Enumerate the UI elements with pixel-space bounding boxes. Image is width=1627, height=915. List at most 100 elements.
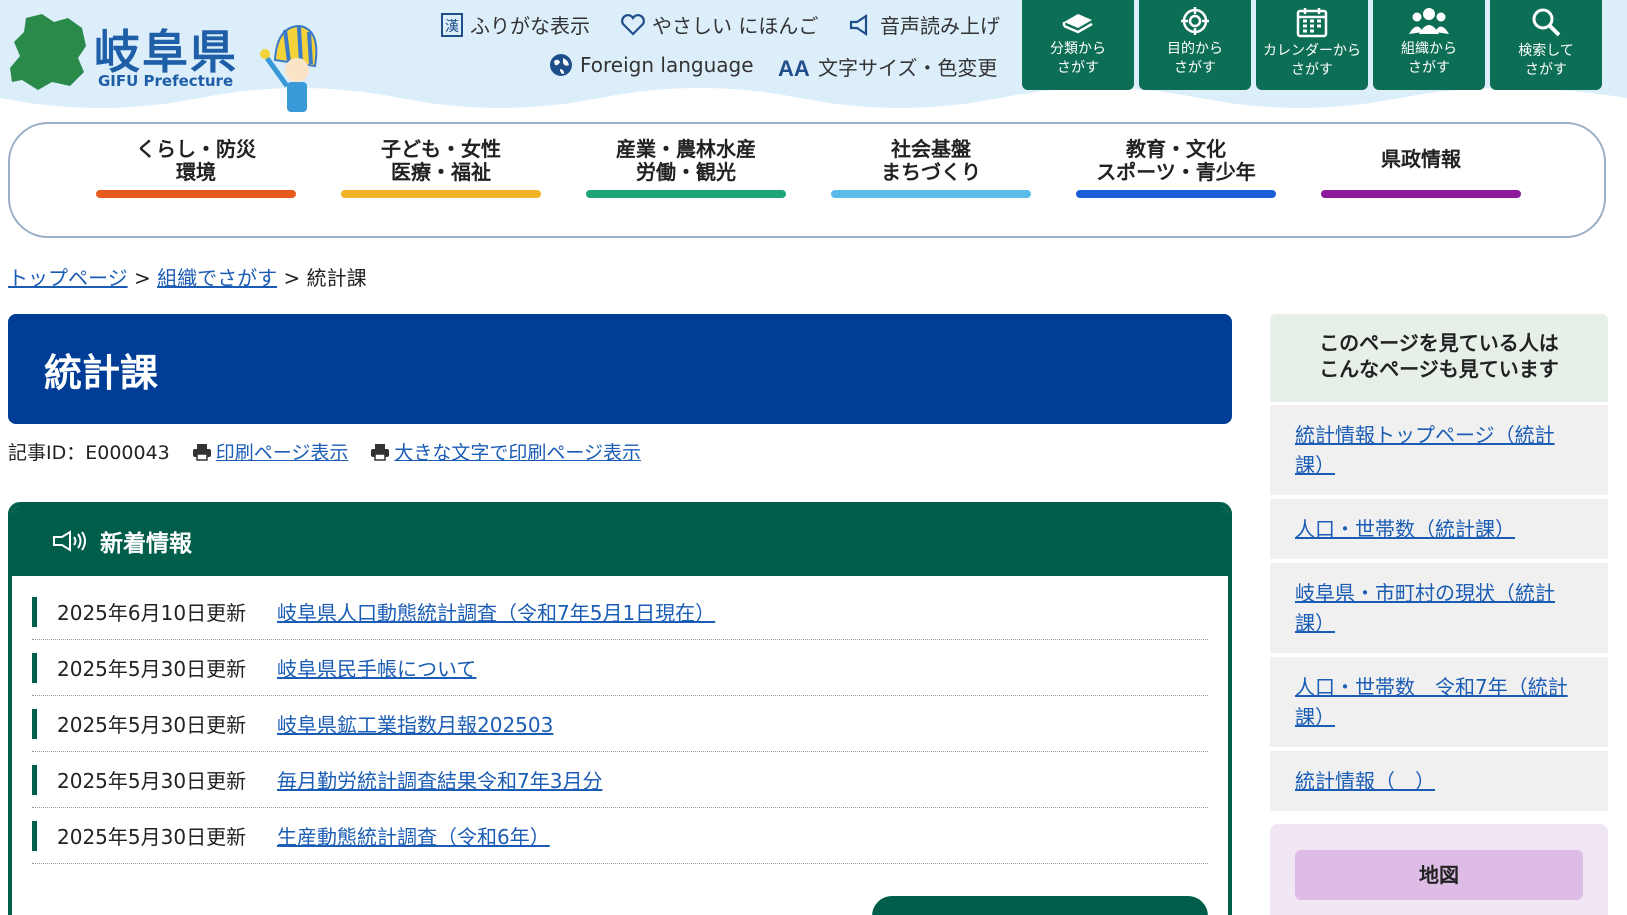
gnav-children-line2: 医療・福祉 (391, 160, 491, 184)
text-size-label: 文字サイズ・色変更 (818, 56, 998, 80)
gnav-living-disaster[interactable]: くらし・防災 環境 (96, 138, 296, 198)
map-section: 地図 (1270, 824, 1608, 915)
related-page-link[interactable]: 人口・世帯数（統計課） (1295, 514, 1515, 544)
page-title: 統計課 (8, 314, 1232, 424)
browse-by-category-button[interactable]: 分類から さがす (1022, 0, 1134, 90)
gnav-industry-line1: 産業・農林水産 (616, 137, 756, 161)
gnav-industry-tourism[interactable]: 産業・農林水産 労働・観光 (586, 137, 786, 198)
related-page-link[interactable]: 統計情報（ ） (1295, 766, 1435, 796)
news-item: 2025年5月30日更新 岐阜県民手帳について (32, 640, 1208, 696)
svg-text:漢: 漢 (445, 19, 459, 35)
related-page-item: 人口・世帯数 令和7年（統計課） (1270, 657, 1608, 747)
breadcrumb: トップページ > 組織でさがす > 統計課 (8, 262, 367, 291)
foreign-language-label: Foreign language (580, 53, 754, 77)
gnav-prefectural-line1: 県政情報 (1381, 147, 1461, 171)
gnav-children-bar (341, 190, 541, 198)
news-item-marker (32, 764, 37, 795)
breadcrumb-current: 統計課 (306, 266, 367, 290)
search-line1: 検索して (1518, 43, 1574, 59)
article-id: 記事ID：E000043 (8, 442, 170, 464)
news-item-date: 2025年5月30日更新 (57, 825, 247, 849)
gnav-industry-bar (586, 190, 786, 198)
news-item-link[interactable]: 岐阜県民手帳について (277, 653, 476, 682)
site-logo[interactable]: 岐阜県 GIFU Prefecture (8, 12, 238, 92)
site-header: 岐阜県 GIFU Prefecture 漢 ふりがな表示 やさしい にほんご 音… (0, 0, 1627, 120)
furigana-link[interactable]: 漢 ふりがな表示 (440, 10, 590, 39)
gnav-education-culture[interactable]: 教育・文化 スポーツ・青少年 (1076, 137, 1276, 198)
news-section: 新着情報 2025年6月10日更新 岐阜県人口動態統計調査（令和7年5月1日現在… (8, 502, 1232, 915)
news-header: 新着情報 (12, 506, 1228, 576)
mascot-image (260, 24, 318, 112)
browse-by-organization-line2: さがす (1408, 60, 1450, 76)
browse-by-calendar-line1: カレンダーから (1263, 43, 1361, 59)
breadcrumb-separator: > (133, 266, 151, 290)
news-item: 2025年5月30日更新 生産動態統計調査（令和6年） (32, 808, 1208, 864)
easy-japanese-label: やさしい にほんご (652, 14, 819, 38)
related-page-link[interactable]: 岐阜県・市町村の現状（統計課） (1295, 578, 1583, 638)
people-icon (1409, 8, 1449, 34)
voice-reader-label: 音声読み上げ (880, 14, 1000, 38)
globe-icon (550, 54, 572, 76)
font-size-icon: AA (778, 56, 810, 80)
book-icon (1062, 14, 1093, 34)
news-item: 2025年6月10日更新 岐阜県人口動態統計調査（令和7年5月1日現在） (32, 584, 1208, 640)
print-page-label: 印刷ページ表示 (215, 442, 349, 464)
news-item-marker (32, 820, 37, 851)
browse-by-purpose-line2: さがす (1174, 60, 1216, 76)
news-item-date: 2025年5月30日更新 (57, 713, 247, 737)
gnav-infrastructure-bar (831, 190, 1031, 198)
gnav-children-line1: 子ども・女性 (381, 137, 501, 161)
print-page-link[interactable]: 印刷ページ表示 (192, 438, 349, 465)
easy-japanese-link[interactable]: やさしい にほんご (620, 10, 818, 39)
map-button[interactable]: 地図 (1295, 850, 1583, 900)
browse-by-purpose-line1: 目的から (1167, 41, 1223, 57)
related-page-link[interactable]: 人口・世帯数 令和7年（統計課） (1295, 672, 1583, 732)
search-button[interactable]: 検索して さがす (1490, 0, 1602, 90)
news-item-date: 2025年5月30日更新 (57, 657, 247, 681)
news-item: 2025年5月30日更新 岐阜県鉱工業指数月報202503 (32, 696, 1208, 752)
browse-by-organization-button[interactable]: 組織から さがす (1373, 0, 1485, 90)
news-list: 2025年6月10日更新 岐阜県人口動態統計調査（令和7年5月1日現在） 202… (12, 576, 1228, 864)
print-large-page-link[interactable]: 大きな文字で印刷ページ表示 (370, 438, 641, 465)
foreign-language-link[interactable]: Foreign language (548, 52, 754, 78)
gnav-industry-line2: 労働・観光 (636, 160, 736, 184)
gnav-education-bar (1076, 190, 1276, 198)
gnav-prefectural-info[interactable]: 県政情報 (1321, 147, 1521, 198)
printer-icon (192, 443, 211, 461)
gnav-education-line1: 教育・文化 (1126, 137, 1226, 161)
news-item-link[interactable]: 岐阜県鉱工業指数月報202503 (277, 709, 553, 738)
browse-by-category-line1: 分類から (1050, 41, 1106, 57)
gnav-infrastructure[interactable]: 社会基盤 まちづくり (831, 138, 1031, 198)
news-item-link[interactable]: 生産動態統計調査（令和6年） (277, 821, 550, 850)
browse-by-category-line2: さがす (1057, 60, 1099, 76)
gnav-infrastructure-line2: まちづくり (881, 160, 981, 184)
news-item-date: 2025年6月10日更新 (57, 601, 247, 625)
news-heading: 新着情報 (100, 531, 192, 557)
browse-by-purpose-button[interactable]: 目的から さがす (1139, 0, 1251, 90)
browse-by-calendar-button[interactable]: カレンダーから さがす (1256, 0, 1368, 90)
voice-reader-link[interactable]: 音声読み上げ (848, 10, 1000, 39)
calendar-icon (1296, 8, 1328, 38)
text-size-link[interactable]: AA 文字サイズ・色変更 (778, 52, 997, 81)
breadcrumb-org-link[interactable]: 組織でさがす (157, 266, 277, 290)
news-item-link[interactable]: 毎月勤労統計調査結果令和7年3月分 (277, 765, 602, 794)
breadcrumb-home-link[interactable]: トップページ (8, 266, 128, 290)
related-page-item: 岐阜県・市町村の現状（統計課） (1270, 563, 1608, 653)
kanji-icon: 漢 (441, 12, 463, 37)
gifu-map-icon (10, 14, 86, 90)
print-large-page-label: 大きな文字で印刷ページ表示 (394, 442, 642, 464)
gnav-children-welfare[interactable]: 子ども・女性 医療・福祉 (341, 137, 541, 198)
global-nav: くらし・防災 環境 子ども・女性 医療・福祉 産業・農林水産 労働・観光 社会基… (8, 122, 1606, 238)
related-pages-heading: このページを見ている人は こんなページも見ています (1270, 314, 1608, 402)
heart-icon (621, 13, 645, 36)
gnav-living-line2: 環境 (176, 160, 216, 184)
gnav-prefectural-bar (1321, 190, 1521, 198)
browse-by-organization-line1: 組織から (1401, 41, 1457, 57)
news-item-link[interactable]: 岐阜県人口動態統計調査（令和7年5月1日現在） (277, 597, 715, 626)
news-item-marker (32, 596, 37, 627)
browse-by-calendar-line2: さがす (1291, 62, 1333, 78)
related-heading-line1: このページを見ている人は (1319, 331, 1559, 355)
news-more-button[interactable] (872, 896, 1208, 915)
related-page-link[interactable]: 統計情報トップページ（統計課） (1295, 420, 1583, 480)
logo-subtitle: GIFU Prefecture (98, 72, 234, 90)
